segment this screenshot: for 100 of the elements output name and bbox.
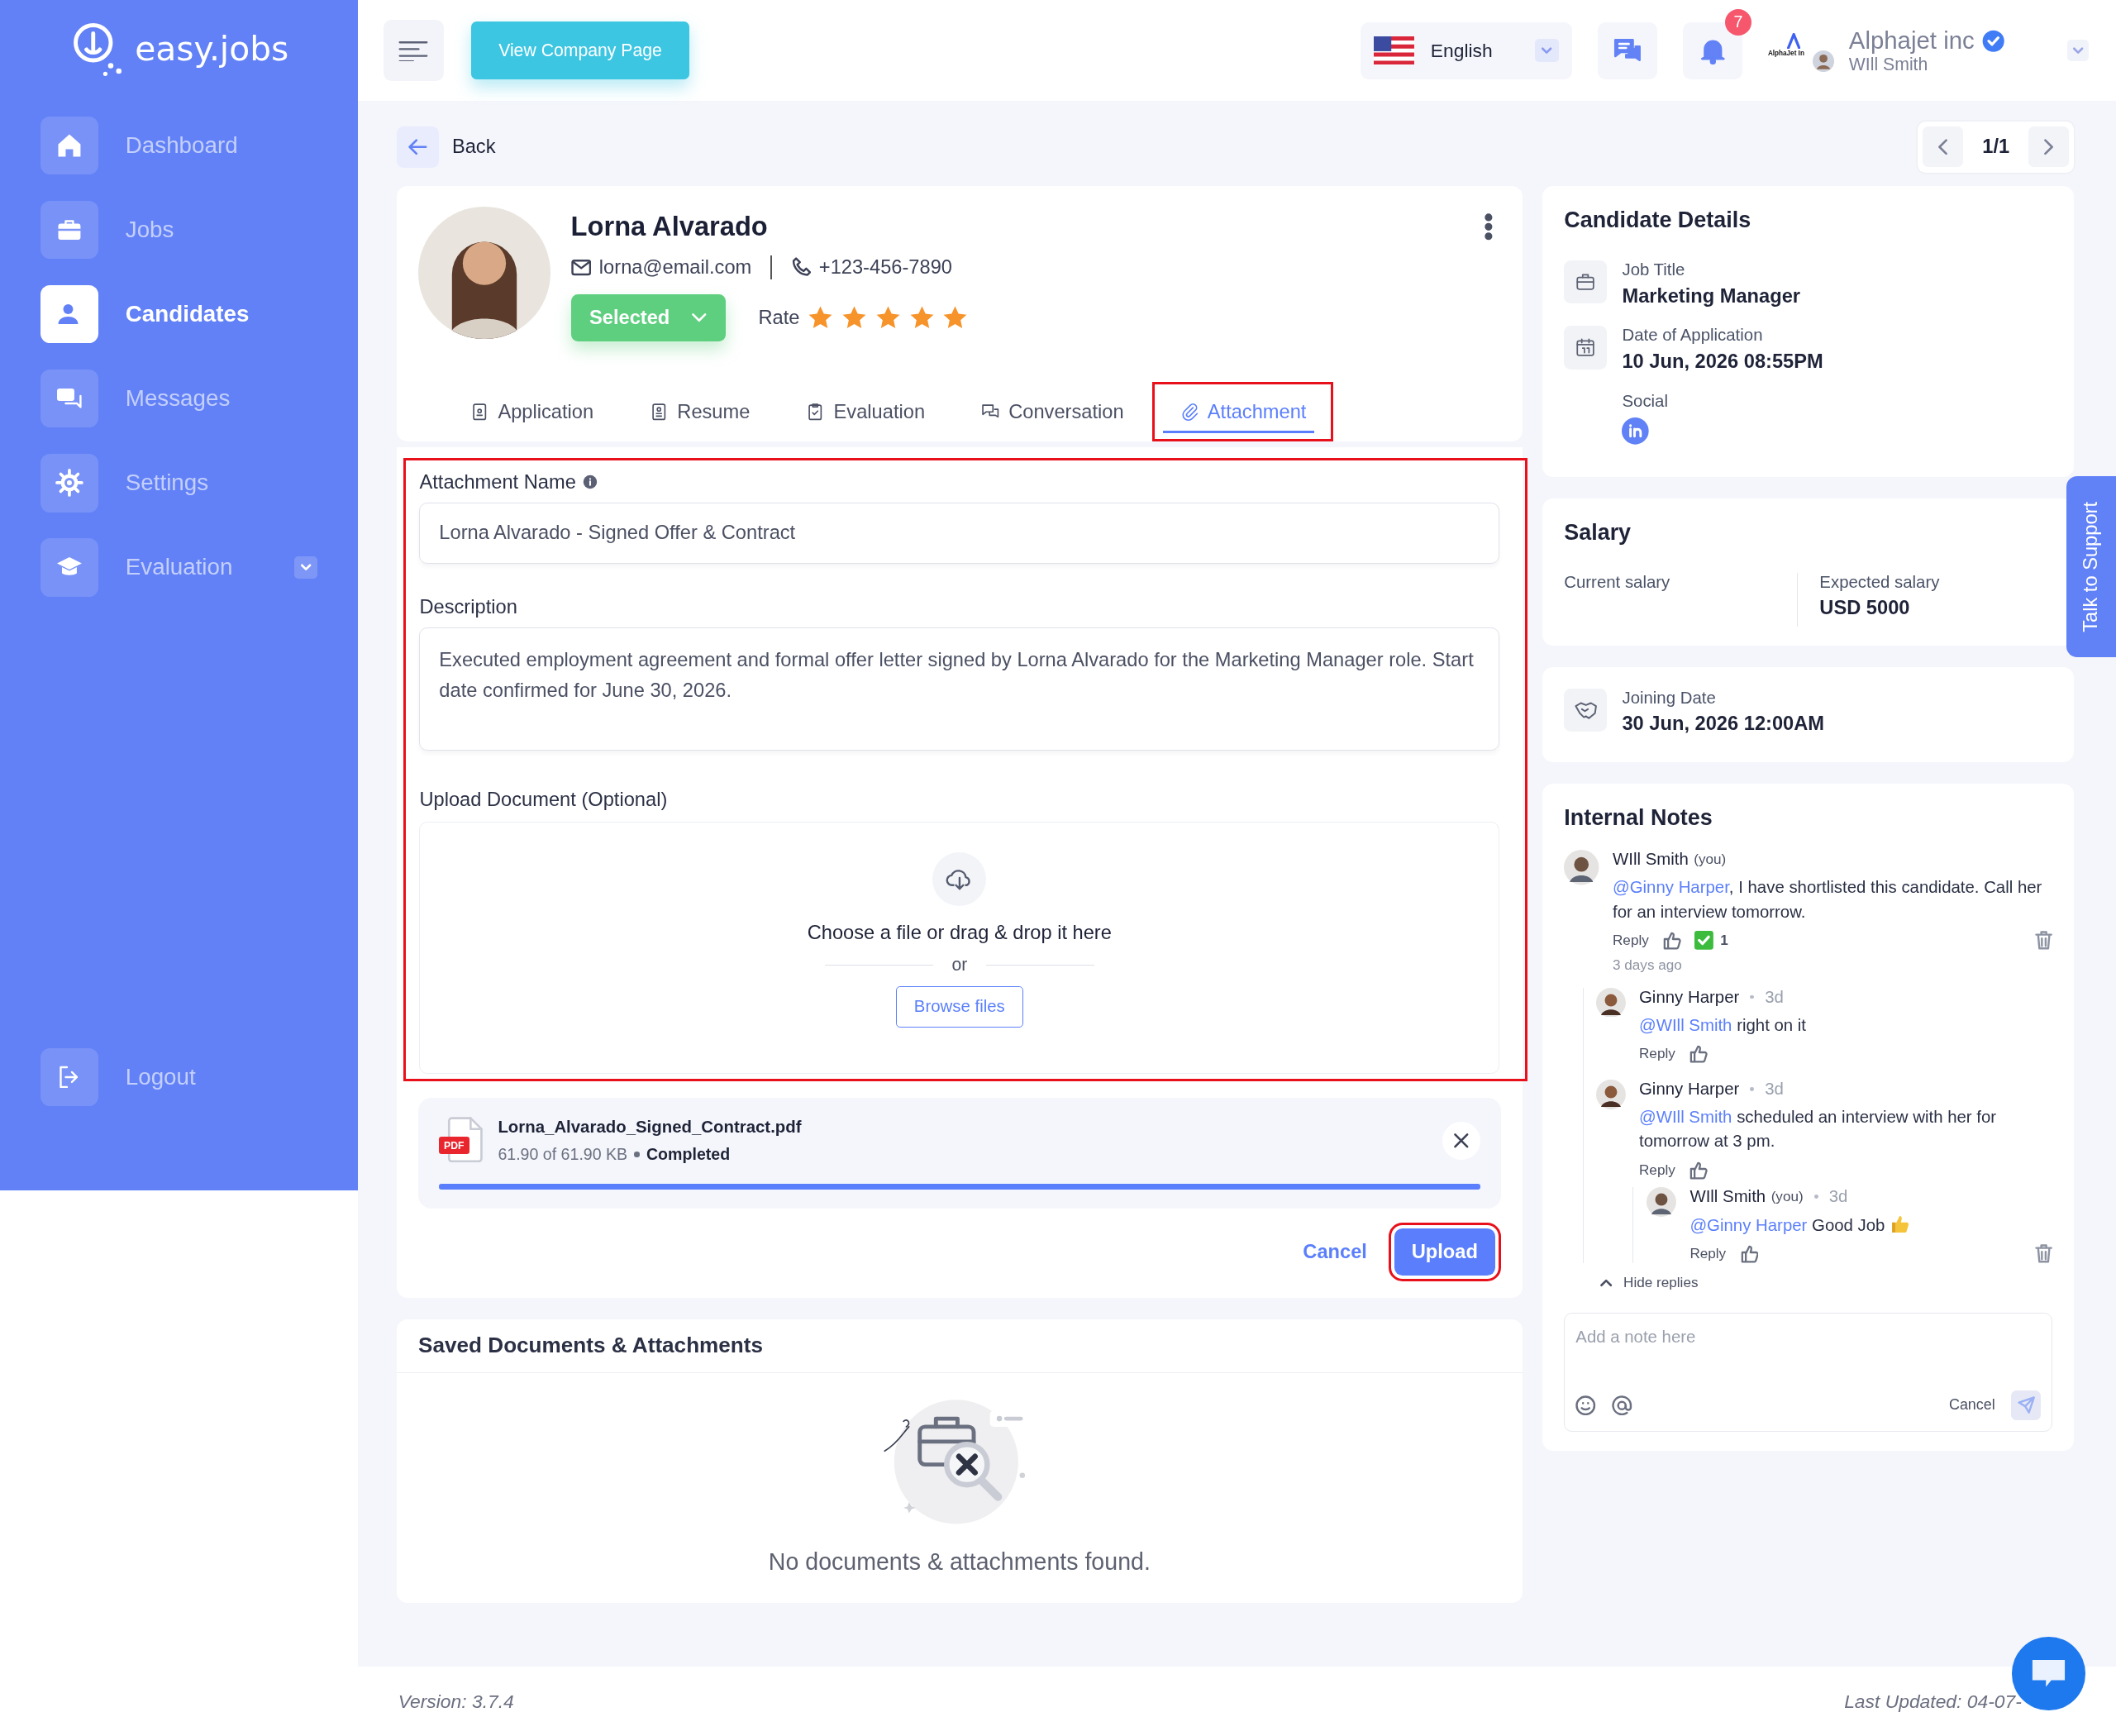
avatar bbox=[1595, 1079, 1626, 1109]
field-label: Social bbox=[1622, 391, 1668, 411]
description-field[interactable]: Executed employment agreement and formal offer letter signed by Lorna Alvarado for the Marketing Manager role. Start date confirmed for June 30, 2026. bbox=[419, 627, 1500, 751]
cancel-button[interactable]: Cancel bbox=[1948, 1396, 1995, 1414]
logout-button[interactable]: Logout bbox=[40, 1047, 317, 1107]
linkedin-link[interactable] bbox=[1622, 417, 1650, 445]
more-vertical-icon bbox=[1484, 212, 1493, 241]
mention-link[interactable]: @WIll Smith bbox=[1639, 1015, 1732, 1034]
trash-icon bbox=[2035, 1244, 2053, 1264]
field-label: Expected salary bbox=[1819, 572, 1941, 592]
tab[interactable]: Conversation bbox=[953, 382, 1151, 442]
mention-link[interactable]: @WIll Smith bbox=[1639, 1107, 1732, 1126]
sidebar-item[interactable]: Messages bbox=[40, 369, 317, 429]
send-icon bbox=[2017, 1396, 2035, 1414]
previous-button[interactable] bbox=[1923, 126, 1964, 168]
delete-button[interactable] bbox=[2035, 931, 2053, 951]
info-icon bbox=[582, 475, 598, 490]
reply-button[interactable]: Reply bbox=[1639, 1161, 1675, 1179]
mention-link[interactable]: @Ginny Harper bbox=[1689, 1215, 1808, 1234]
logo-text: easy.jobs bbox=[135, 28, 289, 69]
candidate-phone: +123-456-7890 bbox=[818, 256, 952, 279]
arrow-left-icon bbox=[407, 139, 427, 155]
like-button[interactable] bbox=[1662, 931, 1681, 951]
like-button[interactable] bbox=[1739, 1244, 1759, 1264]
upload-status: Completed bbox=[646, 1145, 731, 1165]
notification-badge: 7 bbox=[1724, 8, 1752, 36]
drop-instructions: Choose a file or drag & drop it here bbox=[807, 922, 1112, 945]
chevron-up-icon bbox=[1599, 1277, 1613, 1289]
sidebar-item[interactable]: Evaluation bbox=[40, 537, 317, 598]
tab[interactable]: Attachment bbox=[1151, 382, 1334, 442]
next-button[interactable] bbox=[2028, 126, 2069, 168]
note-input[interactable]: Add a note here Cancel bbox=[1564, 1313, 2053, 1432]
card-title: Candidate Details bbox=[1564, 207, 1752, 234]
rate-label: Rate bbox=[758, 307, 800, 330]
expand-toggle[interactable] bbox=[293, 556, 317, 579]
sidebar-item[interactable]: Settings bbox=[40, 453, 317, 513]
tab[interactable]: Resume bbox=[622, 382, 778, 442]
cancel-button[interactable]: Cancel bbox=[1303, 1241, 1367, 1264]
field-value: 30 Jun, 2026 12:00AM bbox=[1622, 713, 1825, 736]
menu-button[interactable] bbox=[383, 20, 445, 81]
user-name: WIll Smith bbox=[1848, 55, 1929, 75]
or-label: or bbox=[951, 955, 968, 975]
sidebar-item[interactable]: Dashboard bbox=[40, 116, 317, 176]
field-label: Job Title bbox=[1622, 260, 1686, 279]
chevron-down-icon bbox=[691, 312, 708, 324]
mail-icon bbox=[570, 259, 592, 277]
avatar bbox=[1595, 987, 1626, 1018]
browse-files-button[interactable]: Browse files bbox=[896, 985, 1023, 1028]
more-options-button[interactable] bbox=[1484, 212, 1493, 241]
back-button[interactable]: Back bbox=[397, 126, 496, 169]
sidebar-item[interactable]: Jobs bbox=[40, 200, 317, 260]
calendar-icon bbox=[1575, 336, 1597, 359]
comment-time: 3d bbox=[1828, 1187, 1848, 1207]
separator-dot bbox=[634, 1152, 640, 1157]
reply-button[interactable]: Reply bbox=[1613, 932, 1649, 950]
messages-button[interactable] bbox=[1598, 21, 1658, 79]
reply-button[interactable]: Reply bbox=[1639, 1045, 1675, 1063]
empty-state-message: No documents & attachments found. bbox=[768, 1548, 1151, 1576]
attachment-name-field[interactable]: Lorna Alvarado - Signed Offer & Contract bbox=[419, 503, 1500, 564]
tab[interactable]: Application bbox=[442, 382, 621, 442]
check-mark-icon bbox=[1694, 931, 1714, 951]
send-button[interactable] bbox=[2011, 1390, 2042, 1420]
us-flag-icon bbox=[1374, 36, 1415, 65]
reply-button[interactable]: Reply bbox=[1689, 1245, 1727, 1263]
reaction-count: 1 bbox=[1720, 932, 1728, 950]
status-dropdown[interactable]: Selected bbox=[570, 294, 727, 342]
field-label: Date of Application bbox=[1622, 326, 1764, 346]
account-menu-button[interactable] bbox=[2067, 40, 2090, 62]
hide-replies-button[interactable]: Hide replies bbox=[1599, 1274, 1699, 1292]
candidate-name: Lorna Alvarado bbox=[570, 210, 769, 242]
field-label: Upload Document (Optional) bbox=[419, 788, 668, 811]
thumbs-up-icon bbox=[1689, 1044, 1708, 1064]
talk-to-support-button[interactable]: Talk to Support bbox=[2066, 476, 2116, 658]
thumbs-up-icon bbox=[1689, 1160, 1708, 1180]
tab[interactable]: Evaluation bbox=[778, 382, 952, 442]
language-select[interactable]: English bbox=[1360, 21, 1573, 79]
comment-time: 3d bbox=[1765, 987, 1784, 1007]
like-button[interactable] bbox=[1689, 1160, 1708, 1180]
avatar bbox=[1564, 850, 1599, 885]
field-label: Description bbox=[419, 595, 517, 618]
card-title: Internal Notes bbox=[1564, 805, 1713, 832]
like-button[interactable] bbox=[1689, 1044, 1708, 1064]
comment-text: @WIll Smith scheduled an interview with her for tomorrow at 3 pm. bbox=[1639, 1106, 1998, 1152]
avatar bbox=[1647, 1187, 1677, 1218]
page-indicator: 1/1 bbox=[1982, 136, 2010, 159]
file-name: Lorna_Alvarado_Signed_Contract.pdf bbox=[498, 1118, 803, 1137]
delete-button[interactable] bbox=[2035, 1244, 2053, 1264]
comment-text: @Ginny Harper Good Job bbox=[1689, 1213, 2053, 1238]
version-text: Version: 3.7.4 bbox=[398, 1690, 514, 1713]
separator-dot bbox=[1813, 1195, 1818, 1199]
menu-icon bbox=[398, 40, 429, 62]
company-name: Alphajet inc bbox=[1848, 26, 1975, 55]
field-label: Current salary bbox=[1564, 572, 1671, 592]
sidebar-item[interactable]: Candidates bbox=[40, 284, 317, 345]
thumbs-up-icon bbox=[1662, 931, 1681, 951]
comment-author: WIll Smith bbox=[1613, 850, 1689, 870]
file-drop-zone[interactable]: Choose a file or drag & drop it here or Browse files bbox=[419, 821, 1500, 1074]
trash-icon bbox=[2035, 931, 2053, 951]
mention-link[interactable]: @Ginny Harper bbox=[1613, 878, 1729, 897]
view-company-page-button[interactable]: View Company Page bbox=[470, 21, 690, 80]
